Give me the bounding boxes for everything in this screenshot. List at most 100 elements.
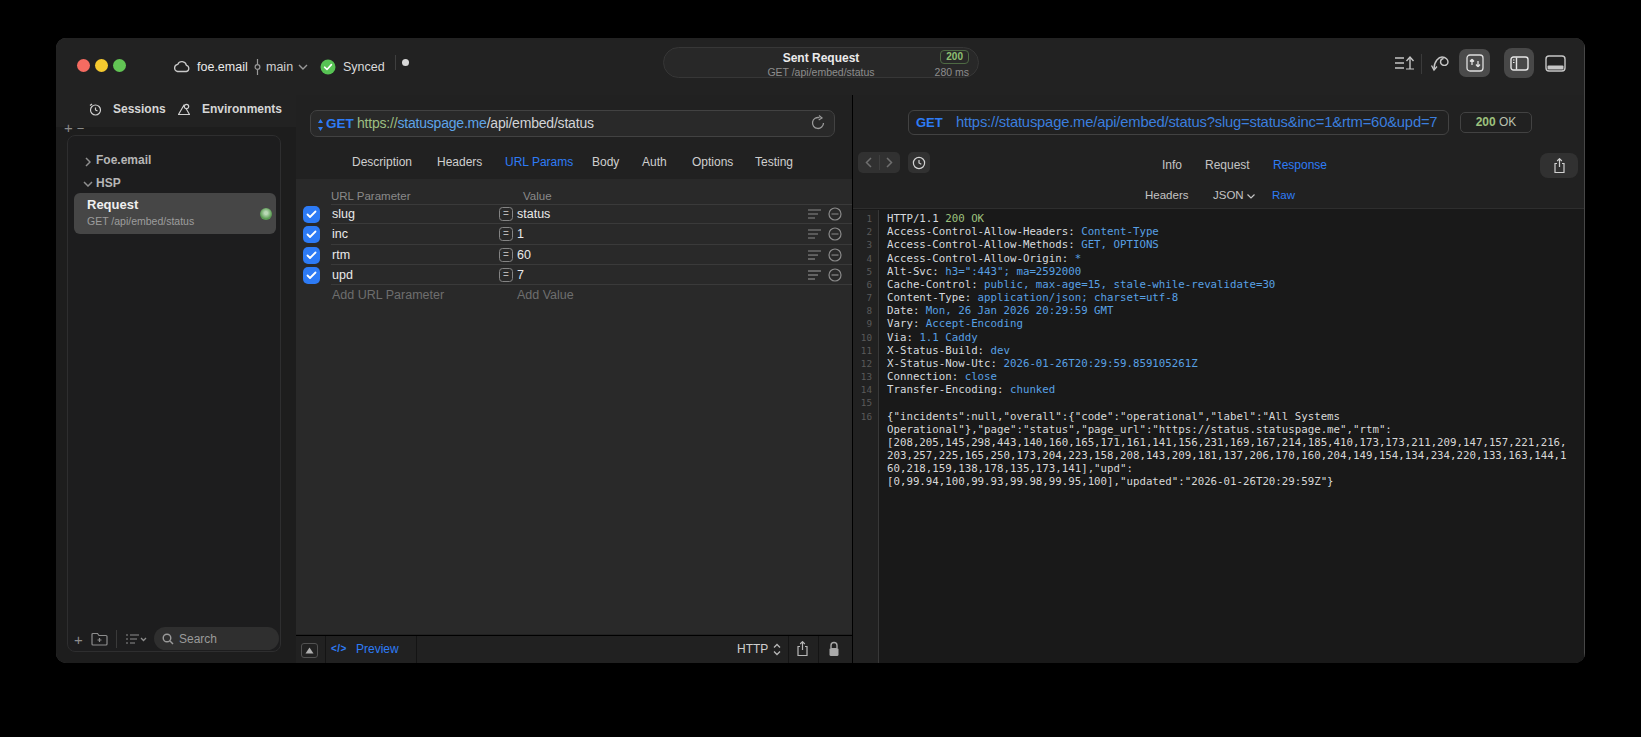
back-icon[interactable] bbox=[858, 152, 879, 173]
param-checkbox[interactable] bbox=[303, 267, 320, 284]
protocol-select[interactable]: HTTP bbox=[737, 642, 768, 656]
drag-handle-icon[interactable] bbox=[808, 228, 821, 240]
toggle-sidebar-button[interactable] bbox=[1504, 48, 1534, 78]
param-value[interactable]: 60 bbox=[517, 245, 531, 265]
add-param-row[interactable]: Add URL Parameter Add Value bbox=[296, 285, 852, 305]
param-value[interactable]: status bbox=[517, 204, 550, 224]
sent-request-url-box[interactable]: GET https://statuspage.me/api/embed/stat… bbox=[908, 110, 1449, 135]
url-text[interactable]: https://statuspage.me/api/embed/status bbox=[357, 115, 594, 131]
bottombar-divider-2 bbox=[416, 636, 417, 663]
param-value[interactable]: 1 bbox=[517, 224, 524, 244]
editor-bottom-bar: </> Preview HTTP bbox=[296, 635, 852, 663]
close-window-button[interactable] bbox=[77, 59, 90, 72]
drag-handle-icon[interactable] bbox=[808, 208, 821, 220]
sort-up-icon[interactable] bbox=[1392, 53, 1418, 73]
titlebar-divider bbox=[395, 55, 396, 70]
editor-tab-testing[interactable]: Testing bbox=[755, 155, 793, 169]
new-folder-button[interactable] bbox=[91, 632, 108, 646]
tree-item-label: Foe.email bbox=[96, 153, 151, 167]
tab-sessions[interactable]: Sessions bbox=[89, 102, 166, 116]
editor-tab-body[interactable]: Body bbox=[592, 155, 619, 169]
branch-name[interactable]: main bbox=[266, 38, 293, 95]
merge-icon[interactable] bbox=[1428, 52, 1454, 74]
editor-tab-auth[interactable]: Auth bbox=[642, 155, 667, 169]
param-checkbox[interactable] bbox=[303, 206, 320, 223]
response-header-line: Access-Control-Allow-Methods: GET, OPTIO… bbox=[887, 238, 1567, 251]
app-window: foe.email main Synced Sent Request GET /… bbox=[56, 38, 1585, 663]
url-host: statuspage.me bbox=[397, 115, 486, 131]
add-icon[interactable]: + bbox=[64, 119, 77, 136]
request-status-pill[interactable]: Sent Request GET /api/embed/status 200 2… bbox=[663, 47, 979, 78]
response-status-line: HTTP/1.1 200 OK bbox=[887, 212, 1567, 225]
sidebar-panel: Foe.email HSP Request GET /api/embed/sta… bbox=[67, 135, 281, 652]
history-nav[interactable] bbox=[858, 152, 900, 173]
add-value-placeholder[interactable]: Add Value bbox=[517, 285, 574, 305]
method-label[interactable]: GET bbox=[326, 116, 354, 131]
search-icon bbox=[162, 633, 174, 645]
add-param-placeholder[interactable]: Add URL Parameter bbox=[332, 285, 444, 305]
remove-param-icon[interactable] bbox=[828, 248, 842, 262]
param-key[interactable]: slug bbox=[332, 204, 355, 224]
response-subtab-headers[interactable]: Headers bbox=[1145, 189, 1188, 201]
toggle-bottom-panel-button[interactable] bbox=[1542, 52, 1568, 74]
url-input[interactable]: GET https://statuspage.me/api/embed/stat… bbox=[310, 110, 835, 137]
response-tab-request[interactable]: Request bbox=[1205, 158, 1250, 172]
new-request-button[interactable]: + bbox=[74, 631, 83, 648]
protocol-updown-icon bbox=[773, 643, 781, 656]
editor-tab-description[interactable]: Description bbox=[352, 155, 412, 169]
chevron-down-icon[interactable] bbox=[81, 179, 96, 187]
param-checkbox[interactable] bbox=[303, 247, 320, 264]
drag-handle-icon[interactable] bbox=[808, 269, 821, 281]
sidebar-add-remove[interactable]: +− bbox=[64, 119, 88, 136]
request-list-item[interactable]: Request GET /api/embed/status bbox=[74, 193, 276, 234]
zoom-window-button[interactable] bbox=[113, 59, 126, 72]
tab-environments[interactable]: Environments bbox=[177, 102, 282, 116]
sync-check-icon bbox=[320, 38, 336, 95]
pill-duration: 280 ms bbox=[935, 66, 969, 78]
method-updown-icon[interactable] bbox=[317, 118, 324, 132]
remove-param-icon[interactable] bbox=[828, 268, 842, 282]
remove-param-icon[interactable] bbox=[828, 207, 842, 221]
param-key[interactable]: inc bbox=[332, 224, 348, 244]
sort-list-button[interactable] bbox=[125, 633, 147, 645]
import-export-button[interactable] bbox=[1459, 49, 1490, 77]
editor-tab-headers[interactable]: Headers bbox=[437, 155, 482, 169]
export-response-button[interactable] bbox=[1540, 153, 1578, 178]
branch-chevron-down-icon[interactable] bbox=[298, 38, 308, 95]
response-header-line: Content-Type: application/json; charset=… bbox=[887, 291, 1567, 304]
tree-item-hsp[interactable]: HSP bbox=[68, 171, 280, 195]
editor-tab-url-params[interactable]: URL Params bbox=[505, 155, 573, 169]
tree-item-foe-email[interactable]: Foe.email bbox=[68, 148, 280, 172]
response-subtab-raw[interactable]: Raw bbox=[1272, 189, 1295, 201]
refresh-icon[interactable] bbox=[810, 115, 828, 133]
project-name[interactable]: foe.email bbox=[197, 38, 248, 95]
chevron-right-icon[interactable] bbox=[81, 154, 96, 167]
drag-handle-icon[interactable] bbox=[808, 249, 821, 261]
lock-icon[interactable] bbox=[828, 641, 840, 657]
preview-button[interactable]: Preview bbox=[356, 642, 399, 656]
response-body-view[interactable]: 1 2 3 4 5 6 7 8 9 10 11 12 13 14 15 16 H… bbox=[853, 210, 1585, 663]
param-key[interactable]: upd bbox=[332, 265, 353, 285]
status-dot bbox=[402, 59, 409, 66]
request-item-subtitle: GET /api/embed/status bbox=[87, 215, 194, 227]
sync-status-label[interactable]: Synced bbox=[343, 38, 385, 95]
clock-icon bbox=[89, 103, 102, 116]
column-header-value: Value bbox=[523, 190, 552, 202]
param-key[interactable]: rtm bbox=[332, 245, 350, 265]
forward-icon[interactable] bbox=[880, 152, 901, 173]
editor-tab-options[interactable]: Options bbox=[692, 155, 733, 169]
history-clock-button[interactable] bbox=[908, 152, 930, 173]
param-checkbox[interactable] bbox=[303, 226, 320, 243]
minimize-window-button[interactable] bbox=[95, 59, 108, 72]
window-right-edge bbox=[1584, 38, 1585, 663]
search-input[interactable]: Search bbox=[154, 627, 279, 650]
response-tab-info[interactable]: Info bbox=[1162, 158, 1182, 172]
response-subtab-json[interactable]: JSON bbox=[1213, 189, 1255, 201]
share-icon[interactable] bbox=[796, 641, 809, 657]
remove-param-icon[interactable] bbox=[828, 227, 842, 241]
remove-icon[interactable]: − bbox=[77, 121, 89, 136]
param-value[interactable]: 7 bbox=[517, 265, 524, 285]
response-header-line: X-Status-Build: dev bbox=[887, 344, 1567, 357]
response-tab-response[interactable]: Response bbox=[1273, 158, 1327, 172]
collapse-panel-button[interactable] bbox=[301, 643, 318, 658]
